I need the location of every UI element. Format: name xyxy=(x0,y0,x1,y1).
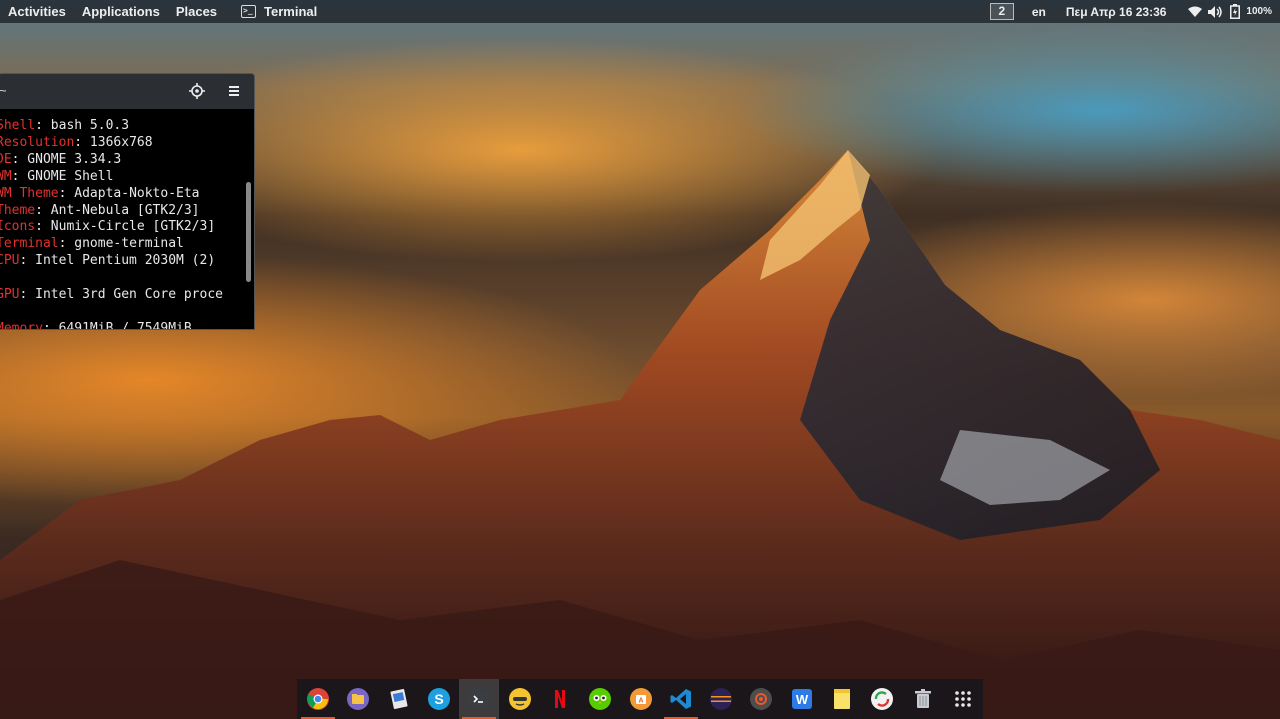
terminal-line-value: : Intel 3rd Gen Core proce xyxy=(19,287,223,303)
dock-item-files[interactable] xyxy=(338,679,378,719)
terminal-line-value: : Numix-Circle [GTK2/3] xyxy=(35,219,216,235)
terminal-line-value: : GNOME Shell xyxy=(11,168,114,184)
terminal-line: WM: GNOME Shell xyxy=(0,169,244,186)
terminal-line: DE: GNOME 3.34.3 xyxy=(0,152,244,169)
dock-item-vscode[interactable] xyxy=(661,679,701,719)
terminal-line-key: DE xyxy=(0,151,12,167)
terminal-titlebar[interactable]: ~ xyxy=(0,74,254,109)
dock-item-netflix[interactable] xyxy=(540,679,580,719)
wifi-icon xyxy=(1188,6,1203,17)
dock-item-eclipse[interactable] xyxy=(701,679,741,719)
emoji-app-icon xyxy=(508,688,531,710)
terminal-line-value: : 1366x768 xyxy=(74,134,153,150)
dock-item-skype[interactable]: S xyxy=(419,679,459,719)
terminal-line-key: Shell xyxy=(0,118,36,133)
files-icon xyxy=(347,688,370,710)
netflix-icon xyxy=(554,690,565,708)
terminal-line-key: WM xyxy=(0,168,12,184)
terminal-line-value: : gnome-terminal xyxy=(58,236,184,252)
eclipse-icon xyxy=(710,688,733,710)
dock-item-terminal[interactable] xyxy=(459,679,500,719)
dock-item-text-editor[interactable] xyxy=(379,679,419,719)
chrome-icon xyxy=(307,688,330,710)
terminal-line-value: : 6491MiB / 7549MiB xyxy=(42,320,192,330)
terminal-title: ~ xyxy=(0,83,7,98)
status-area: 2 en Πεμ Απρ 16 23:36 100% xyxy=(989,0,1280,23)
trash-icon xyxy=(914,689,931,708)
dock-item-update-manager[interactable] xyxy=(862,679,902,719)
terminal-line-key: GPU xyxy=(0,287,20,303)
terminal-line-value: : GNOME 3.34.3 xyxy=(11,151,122,167)
system-menu[interactable] xyxy=(1188,4,1241,19)
terminal-window[interactable]: ~ Shell: bash 5.0.3Resolution: 1366x768D… xyxy=(0,73,255,330)
battery-icon xyxy=(1230,4,1241,19)
workspace-indicator[interactable]: 2 xyxy=(989,3,1014,20)
terminal-icon: >_ xyxy=(241,5,257,18)
dock-item-trash[interactable] xyxy=(902,679,942,719)
svg-text:A: A xyxy=(638,698,643,705)
software-center-icon: A xyxy=(629,688,652,710)
skype-icon: S xyxy=(428,688,451,710)
terminal-line-value: : Adapta-Nokto-Eta xyxy=(58,185,200,201)
terminal-line: Memory: 6491MiB / 7549MiB xyxy=(0,320,244,330)
dock-item-chrome[interactable] xyxy=(298,679,338,719)
terminal-line: Theme: Ant-Nebula [GTK2/3] xyxy=(0,203,244,220)
dock-item-software-center[interactable]: A xyxy=(620,679,660,719)
terminal-line-key: Terminal xyxy=(0,236,59,252)
svg-text:S: S xyxy=(434,691,443,707)
dock-item-settings[interactable] xyxy=(741,679,781,719)
terminal-line-key: Theme xyxy=(0,202,36,218)
terminal-line-key: CPU xyxy=(0,253,20,269)
battery-percentage: 100% xyxy=(1246,6,1272,17)
clock[interactable]: Πεμ Απρ 16 23:36 xyxy=(1066,5,1167,19)
terminal-line-key: Resolution xyxy=(0,134,75,150)
terminal-scrollbar[interactable] xyxy=(246,182,251,282)
settings-icon xyxy=(750,688,773,710)
keyboard-layout-indicator[interactable]: en xyxy=(1032,5,1046,19)
terminal-line-value: : bash 5.0.3 xyxy=(35,118,130,133)
terminal-line: Resolution: 1366x768 xyxy=(0,135,244,152)
dock-item-emoji-app[interactable] xyxy=(499,679,539,719)
terminal-line-key: Icons xyxy=(0,219,36,235)
notes-icon xyxy=(834,689,850,709)
terminal-line-value: : Ant-Nebula [GTK2/3] xyxy=(35,202,200,218)
terminal-line: Terminal: gnome-terminal xyxy=(0,236,244,253)
show-applications-icon xyxy=(955,691,971,707)
terminal-line: GPU: Intel 3rd Gen Core proce xyxy=(0,287,244,304)
dock-item-show-applications[interactable] xyxy=(943,679,983,719)
terminal-icon xyxy=(468,688,491,710)
svg-text:W: W xyxy=(796,692,809,707)
search-icon[interactable] xyxy=(188,82,206,100)
top-bar: Activities Applications Places >_ Termin… xyxy=(0,0,1280,23)
terminal-line: WM Theme: Adapta-Nokto-Eta xyxy=(0,186,244,203)
terminal-line-key: Memory xyxy=(0,320,43,330)
terminal-line-key: WM Theme xyxy=(0,185,59,201)
hamburger-menu-icon[interactable] xyxy=(225,82,243,100)
dock-item-word-processor[interactable]: W xyxy=(782,679,822,719)
places-menu[interactable]: Places xyxy=(168,4,225,19)
dock-item-notes[interactable] xyxy=(822,679,862,719)
terminal-line: Icons: Numix-Circle [GTK2/3] xyxy=(0,219,244,236)
activities-button[interactable]: Activities xyxy=(0,4,74,19)
app-menu-label: Terminal xyxy=(264,4,318,19)
duolingo-icon xyxy=(589,688,612,710)
app-menu[interactable]: >_ Terminal xyxy=(241,4,317,19)
terminal-line: CPU: Intel Pentium 2030M (2) xyxy=(0,253,244,270)
terminal-line: Shell: bash 5.0.3 xyxy=(0,118,244,135)
applications-menu[interactable]: Applications xyxy=(74,4,168,19)
terminal-output[interactable]: Shell: bash 5.0.3Resolution: 1366x768DE:… xyxy=(0,118,244,330)
dock: SAW xyxy=(297,679,983,719)
update-manager-icon xyxy=(871,688,894,710)
vscode-icon xyxy=(670,689,691,709)
word-processor-icon: W xyxy=(791,689,812,709)
dock-item-duolingo[interactable] xyxy=(580,679,620,719)
terminal-line-value: : Intel Pentium 2030M (2) xyxy=(19,253,216,269)
text-editor-icon xyxy=(390,688,408,710)
volume-icon xyxy=(1208,5,1223,18)
